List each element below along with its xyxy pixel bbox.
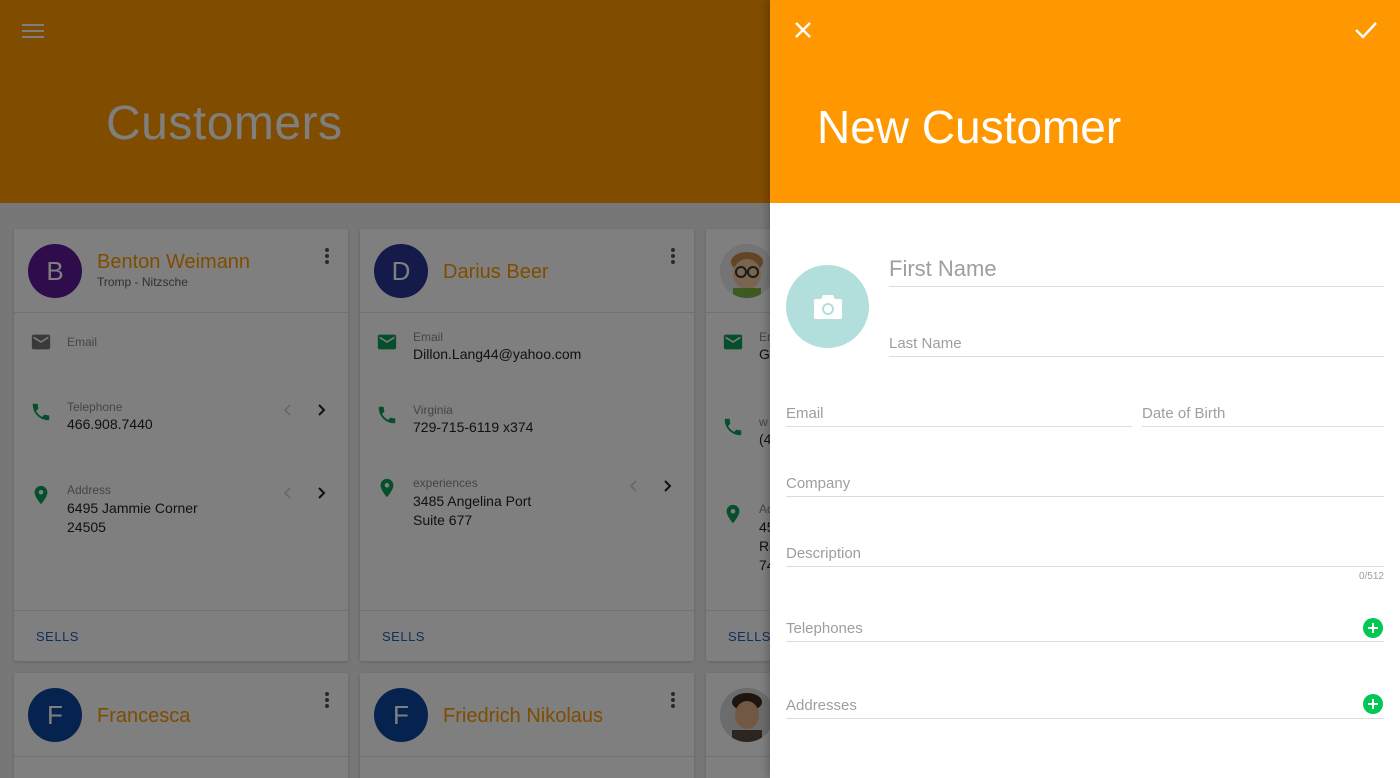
date-of-birth-input[interactable] (1142, 405, 1384, 422)
addresses-field[interactable] (786, 688, 1384, 719)
add-address-button[interactable] (1363, 694, 1383, 714)
date-of-birth-field[interactable] (1142, 396, 1384, 427)
first-name-field[interactable] (889, 250, 1384, 287)
add-telephone-button[interactable] (1363, 618, 1383, 638)
telephones-input[interactable] (786, 620, 1384, 637)
close-icon[interactable] (792, 19, 814, 41)
description-input[interactable] (786, 545, 1384, 562)
plus-icon (1368, 699, 1378, 709)
new-customer-dialog: New Customer 0/512 (770, 0, 1400, 778)
company-field[interactable] (786, 466, 1384, 497)
telephones-field[interactable] (786, 611, 1384, 642)
first-name-input[interactable] (889, 256, 1384, 282)
photo-picker[interactable] (786, 265, 869, 348)
plus-icon (1368, 623, 1378, 633)
addresses-input[interactable] (786, 697, 1384, 714)
last-name-input[interactable] (889, 335, 1384, 352)
description-char-counter: 0/512 (1358, 571, 1384, 582)
description-field[interactable] (786, 536, 1384, 567)
check-icon[interactable] (1354, 19, 1378, 41)
company-input[interactable] (786, 475, 1384, 492)
dialog-title: New Customer (817, 101, 1122, 153)
email-input[interactable] (786, 405, 1132, 422)
camera-icon (813, 294, 842, 319)
email-field[interactable] (786, 396, 1132, 427)
dialog-header: New Customer (770, 0, 1400, 203)
last-name-field[interactable] (889, 326, 1384, 357)
